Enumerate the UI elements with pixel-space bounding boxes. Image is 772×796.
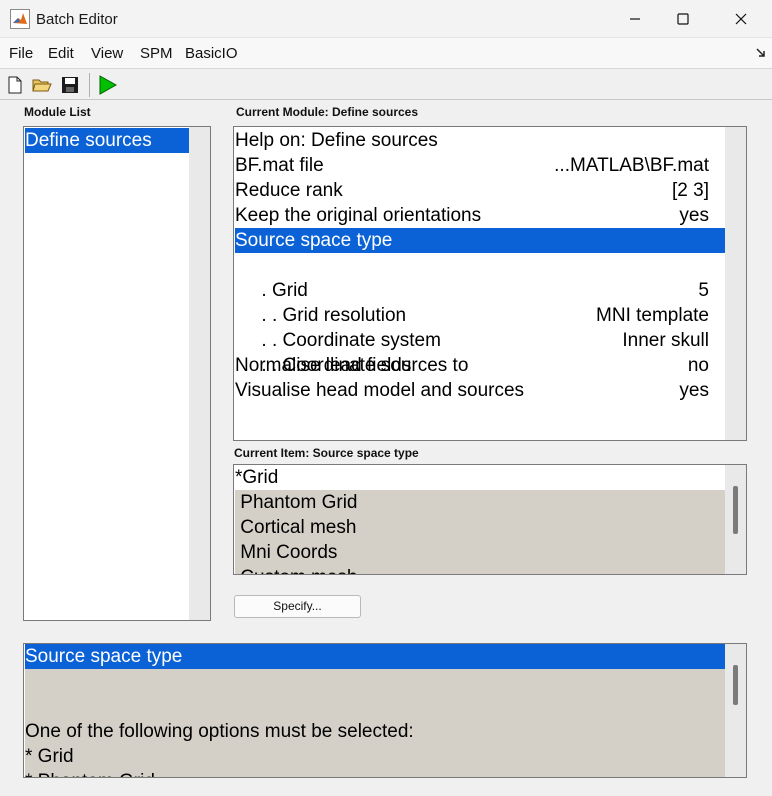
row-value: MNI template xyxy=(596,305,709,326)
row-value: Inner skull xyxy=(622,330,709,351)
toolbar xyxy=(0,68,772,100)
row-name: Normalise lead fields xyxy=(235,355,412,376)
menu-view[interactable]: View xyxy=(91,45,123,62)
new-file-icon xyxy=(8,76,22,94)
module-row-normalise-lead-fields[interactable]: Normalise lead fields no xyxy=(235,353,725,378)
row-value: ...MATLAB\BF.mat xyxy=(554,155,709,176)
window-title: Batch Editor xyxy=(36,11,118,28)
current-module-label: Current Module: Define sources xyxy=(236,105,419,119)
row-name: Source space type xyxy=(235,230,393,251)
module-list-label: Module List xyxy=(24,105,91,119)
option-phantom-grid[interactable]: Phantom Grid xyxy=(235,490,725,515)
module-list-item[interactable]: Define sources xyxy=(25,128,189,153)
new-button[interactable] xyxy=(3,73,27,97)
run-button[interactable] xyxy=(95,73,119,97)
row-value: no xyxy=(687,355,709,376)
help-title: Source space type xyxy=(25,644,725,669)
module-row-visualise[interactable]: Visualise head model and sources yes xyxy=(235,378,725,403)
open-button[interactable] xyxy=(30,73,54,97)
module-row-bf-file[interactable]: BF.mat file ...MATLAB\BF.mat xyxy=(235,153,725,178)
current-item-label: Current Item: Source space type xyxy=(234,446,419,460)
save-button[interactable] xyxy=(58,73,82,97)
option-grid[interactable]: *Grid xyxy=(235,465,725,490)
menu-edit[interactable]: Edit xyxy=(48,45,74,62)
menu-spm[interactable]: SPM xyxy=(140,45,173,62)
row-name: Keep the original orientations xyxy=(235,205,482,226)
matlab-logo-icon xyxy=(10,9,30,29)
help-panel[interactable]: Source space type One of the following o… xyxy=(23,643,747,778)
option-mni-coords[interactable]: Mni Coords xyxy=(235,540,725,565)
module-row-source-space-type[interactable]: Source space type xyxy=(235,228,725,253)
minimize-icon xyxy=(630,18,640,20)
module-list[interactable]: Define sources xyxy=(23,126,211,621)
menu-basicio[interactable]: BasicIO xyxy=(185,45,238,62)
module-list-scrollbar[interactable] xyxy=(189,127,210,620)
menu-file[interactable]: File xyxy=(9,45,33,62)
title-bar: Batch Editor xyxy=(0,0,772,38)
scrollbar-thumb[interactable] xyxy=(733,665,738,705)
minimize-button[interactable] xyxy=(612,0,658,38)
row-value: yes xyxy=(679,205,709,226)
current-item-scrollbar[interactable] xyxy=(725,465,746,574)
scrollbar-thumb[interactable] xyxy=(733,486,738,534)
undock-icon[interactable] xyxy=(756,48,766,58)
module-row-coordinate-sources[interactable]: . . Coordinate sources to Inner skull xyxy=(235,328,725,376)
current-item-list[interactable]: *Grid Phantom Grid Cortical mesh Mni Coo… xyxy=(233,464,747,575)
option-custom-mesh[interactable]: Custom mesh xyxy=(235,565,725,574)
help-text-line: * Grid xyxy=(25,746,74,767)
toolbar-separator xyxy=(89,73,90,97)
open-folder-icon xyxy=(32,79,52,92)
specify-button[interactable]: Specify... xyxy=(234,595,361,618)
close-icon xyxy=(735,13,747,25)
option-cortical-mesh[interactable]: Cortical mesh xyxy=(235,515,725,540)
close-button[interactable] xyxy=(718,0,764,38)
module-row-reduce-rank[interactable]: Reduce rank [2 3] xyxy=(235,178,725,203)
row-name: BF.mat file xyxy=(235,155,324,176)
module-row-keep-orientations[interactable]: Keep the original orientations yes xyxy=(235,203,725,228)
module-row-help[interactable]: Help on: Define sources xyxy=(235,128,725,153)
maximize-icon xyxy=(677,13,689,25)
run-icon xyxy=(99,75,117,95)
row-name: Help on: Define sources xyxy=(235,130,438,151)
current-module-scrollbar[interactable] xyxy=(725,127,746,440)
row-name: Visualise head model and sources xyxy=(235,380,525,401)
help-text-line: One of the following options must be sel… xyxy=(25,721,414,742)
module-row-grid-resolution[interactable]: . . Grid resolution 5 xyxy=(235,278,725,326)
row-value: 5 xyxy=(698,280,709,301)
menu-bar: File Edit View SPM BasicIO xyxy=(0,38,772,68)
save-icon xyxy=(62,77,78,93)
module-row-grid[interactable]: . Grid xyxy=(235,253,725,301)
current-module-list[interactable]: Help on: Define sources BF.mat file ...M… xyxy=(233,126,747,441)
row-name: Reduce rank xyxy=(235,180,343,201)
maximize-button[interactable] xyxy=(660,0,706,38)
help-text-line: * Phantom Grid xyxy=(25,769,725,777)
help-scrollbar[interactable] xyxy=(725,644,746,777)
row-value: yes xyxy=(679,380,709,401)
row-value: [2 3] xyxy=(672,180,709,201)
module-row-coordinate-system[interactable]: . . Coordinate system MNI template xyxy=(235,303,725,351)
